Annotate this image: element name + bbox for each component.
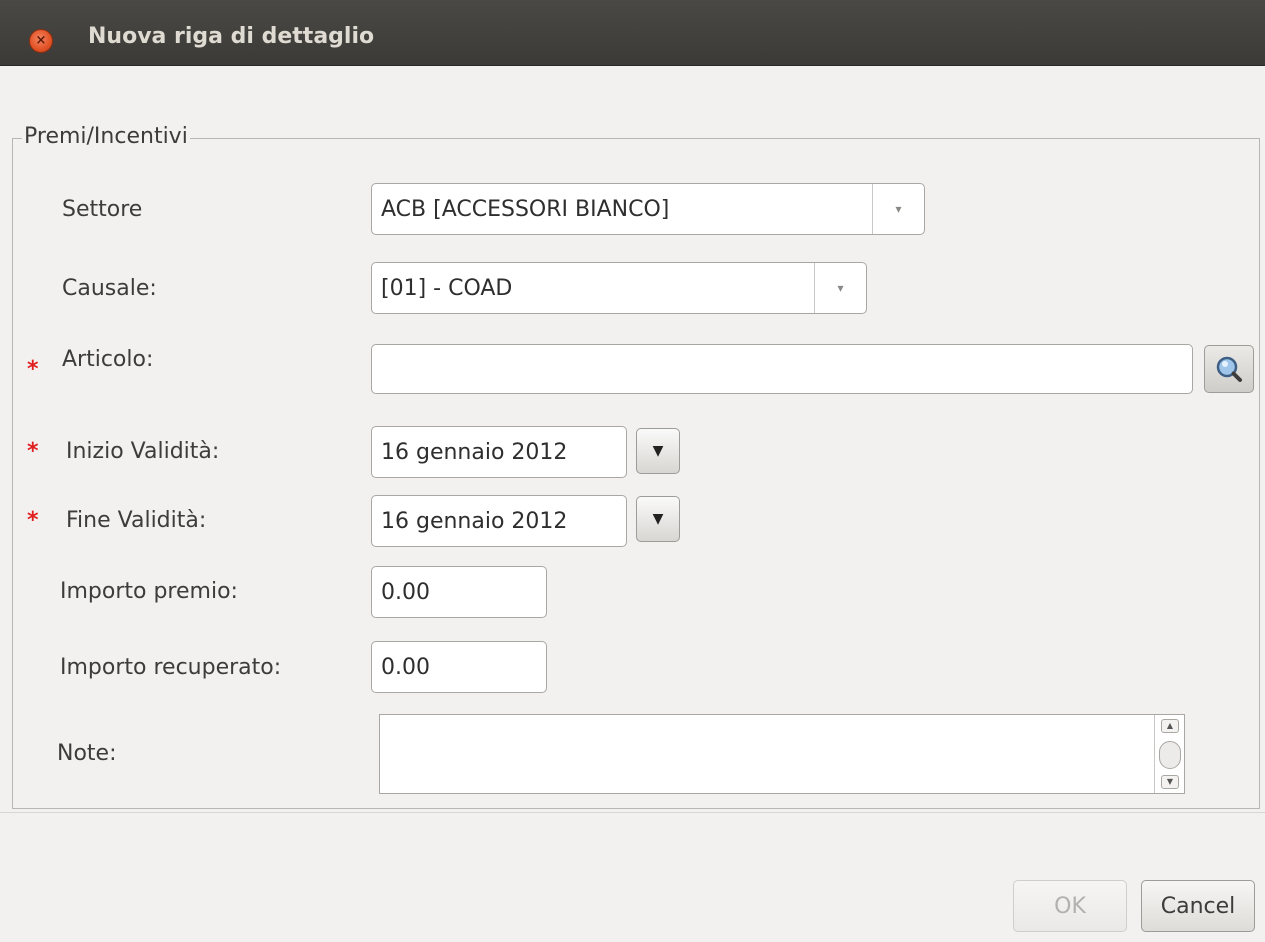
causale-label: Causale: [62,276,157,301]
inizio-validita-field[interactable]: 16 gennaio 2012 [371,426,627,478]
cancel-button[interactable]: Cancel [1141,880,1255,932]
importo-premio-input[interactable]: 0.00 [371,566,547,618]
fine-validita-label: Fine Validità: [66,508,207,533]
required-marker: * [27,439,39,464]
window-titlebar: × Nuova riga di dettaglio [0,0,1265,66]
fine-validita-value: 16 gennaio 2012 [381,508,568,534]
inizio-validita-label: Inizio Validità: [66,439,220,464]
chevron-down-icon[interactable]: ▾ [872,184,924,234]
scroll-up-icon[interactable]: ▲ [1161,719,1179,733]
importo-recuperato-value: 0.00 [381,654,430,680]
importo-recuperato-label: Importo recuperato: [60,655,282,680]
note-textarea[interactable]: ▲ ▼ [379,714,1185,794]
required-marker: * [27,508,39,533]
ok-button[interactable]: OK [1013,880,1127,932]
importo-premio-value: 0.00 [381,579,430,605]
fine-validita-field[interactable]: 16 gennaio 2012 [371,495,627,547]
inizio-validita-value: 16 gennaio 2012 [381,439,568,465]
causale-combobox[interactable]: [01] - COAD ▾ [371,262,867,314]
group-title: Premi/Incentivi [22,124,190,149]
note-scrollbar[interactable]: ▲ ▼ [1154,715,1184,793]
chevron-down-icon[interactable]: ▾ [814,263,866,313]
inizio-date-picker-button[interactable]: ▼ [636,428,680,474]
window-title: Nuova riga di dettaglio [88,24,375,49]
fine-date-picker-button[interactable]: ▼ [636,496,680,542]
chevron-down-icon: ▼ [652,443,664,459]
search-button[interactable] [1204,345,1254,393]
importo-recuperato-input[interactable]: 0.00 [371,641,547,693]
note-label: Note: [57,741,117,766]
scroll-thumb[interactable] [1159,741,1181,769]
scroll-down-icon[interactable]: ▼ [1161,775,1179,789]
articolo-input[interactable] [371,344,1193,394]
premi-incentivi-group [12,138,1260,809]
settore-label: Settore [62,197,143,222]
settore-value: ACB [ACCESSORI BIANCO] [381,196,670,222]
settore-combobox[interactable]: ACB [ACCESSORI BIANCO] ▾ [371,183,925,235]
separator [0,812,1265,813]
importo-premio-label: Importo premio: [60,579,238,604]
articolo-label: Articolo: [62,347,154,372]
magnifier-icon [1216,356,1242,382]
causale-value: [01] - COAD [381,275,513,301]
close-icon[interactable]: × [29,29,53,53]
required-marker: * [27,357,39,382]
chevron-down-icon: ▼ [652,511,664,527]
